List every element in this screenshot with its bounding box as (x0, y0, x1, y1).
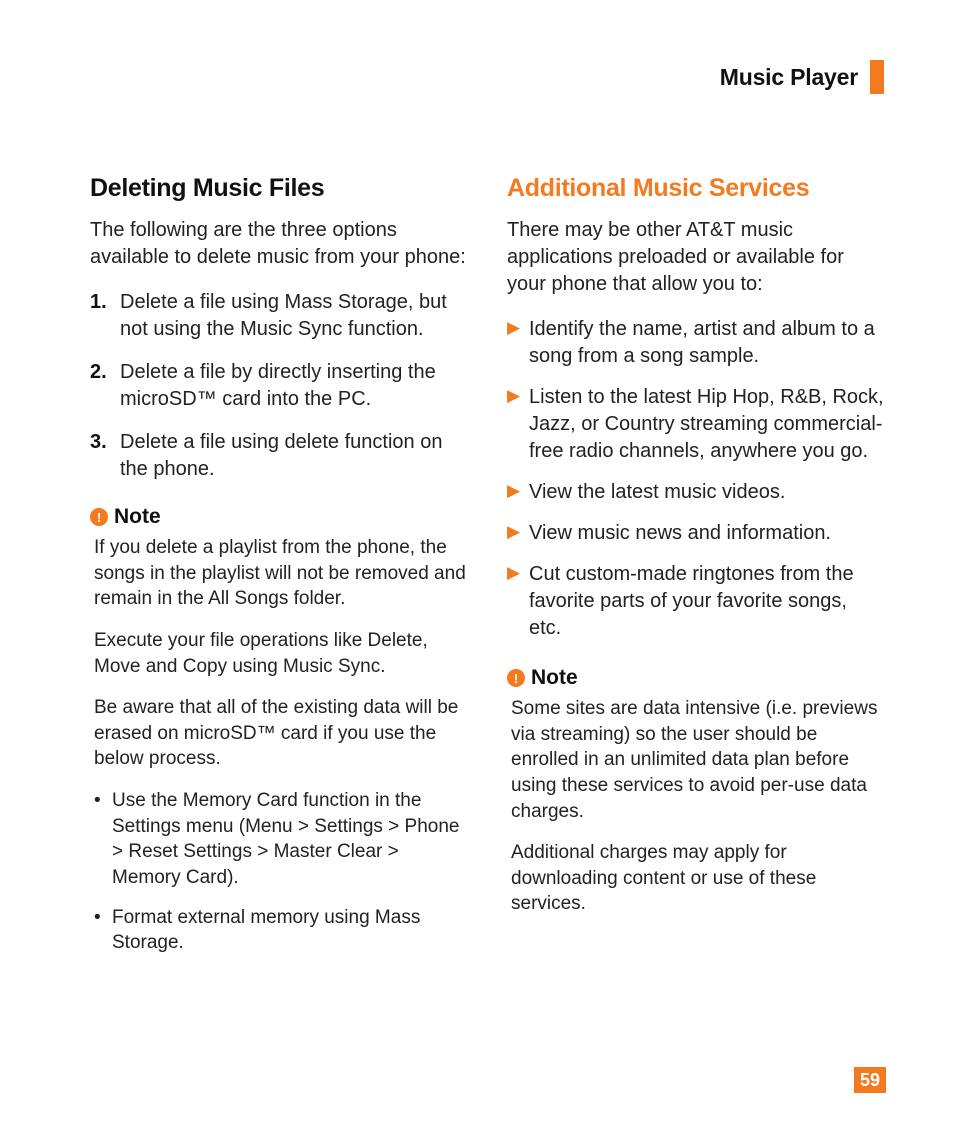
arrow-icon: ▶ (507, 521, 520, 544)
arrow-item-text: Listen to the latest Hip Hop, R&B, Rock,… (529, 386, 884, 462)
step-item: 1. Delete a file using Mass Storage, but… (90, 289, 467, 343)
step-number: 3. (90, 429, 107, 456)
arrow-list-item: ▶ View the latest music videos. (507, 479, 884, 506)
note-icon: ! (507, 669, 525, 687)
step-number: 1. (90, 289, 107, 316)
arrow-icon: ▶ (507, 317, 520, 340)
arrow-list-item: ▶ Identify the name, artist and album to… (507, 316, 884, 370)
arrow-item-text: View music news and information. (529, 522, 831, 544)
note-paragraph: Some sites are data intensive (i.e. prev… (507, 696, 884, 824)
note-paragraph: Additional charges may apply for downloa… (507, 840, 884, 917)
numbered-steps: 1. Delete a file using Mass Storage, but… (90, 289, 467, 483)
arrow-list-item: ▶ Listen to the latest Hip Hop, R&B, Roc… (507, 384, 884, 465)
arrow-list: ▶ Identify the name, artist and album to… (507, 316, 884, 642)
step-text: Delete a file using Mass Storage, but no… (120, 291, 447, 340)
arrow-item-text: Cut custom-made ringtones from the favor… (529, 563, 854, 639)
content-columns: Deleting Music Files The following are t… (90, 174, 884, 970)
page-header: Music Player (90, 60, 884, 94)
left-column: Deleting Music Files The following are t… (90, 174, 467, 970)
manual-page: Music Player Deleting Music Files The fo… (0, 0, 954, 1145)
arrow-list-item: ▶ Cut custom-made ringtones from the fav… (507, 561, 884, 642)
arrow-item-text: Identify the name, artist and album to a… (529, 318, 875, 367)
header-accent-bar (870, 60, 884, 94)
note-bullet-text: Format external memory using Mass Storag… (112, 907, 420, 954)
note-paragraph: Execute your file operations like Delete… (90, 628, 467, 679)
arrow-icon: ▶ (507, 562, 520, 585)
page-number: 59 (854, 1067, 886, 1093)
step-item: 2. Delete a file by directly inserting t… (90, 359, 467, 413)
arrow-icon: ▶ (507, 480, 520, 503)
intro-paragraph: The following are the three options avai… (90, 217, 467, 271)
note-paragraph: Be aware that all of the existing data w… (90, 695, 467, 772)
step-number: 2. (90, 359, 107, 386)
note-heading: ! Note (90, 505, 467, 529)
note-bullet-item: Format external memory using Mass Storag… (94, 905, 467, 956)
note-label: Note (114, 505, 161, 529)
section-heading-additional: Additional Music Services (507, 174, 884, 203)
note-bullet-list: Use the Memory Card function in the Sett… (90, 788, 467, 956)
right-column: Additional Music Services There may be o… (507, 174, 884, 970)
arrow-list-item: ▶ View music news and information. (507, 520, 884, 547)
note-label: Note (531, 666, 578, 690)
note-paragraph: If you delete a playlist from the phone,… (90, 535, 467, 612)
arrow-icon: ▶ (507, 385, 520, 408)
intro-paragraph: There may be other AT&T music applicatio… (507, 217, 884, 298)
note-bullet-text: Use the Memory Card function in the Sett… (112, 790, 460, 888)
section-heading-deleting: Deleting Music Files (90, 174, 467, 203)
arrow-item-text: View the latest music videos. (529, 481, 785, 503)
note-bullet-item: Use the Memory Card function in the Sett… (94, 788, 467, 891)
step-item: 3. Delete a file using delete function o… (90, 429, 467, 483)
note-icon: ! (90, 508, 108, 526)
step-text: Delete a file using delete function on t… (120, 431, 442, 480)
note-heading: ! Note (507, 666, 884, 690)
header-title: Music Player (720, 64, 858, 91)
step-text: Delete a file by directly inserting the … (120, 361, 436, 410)
